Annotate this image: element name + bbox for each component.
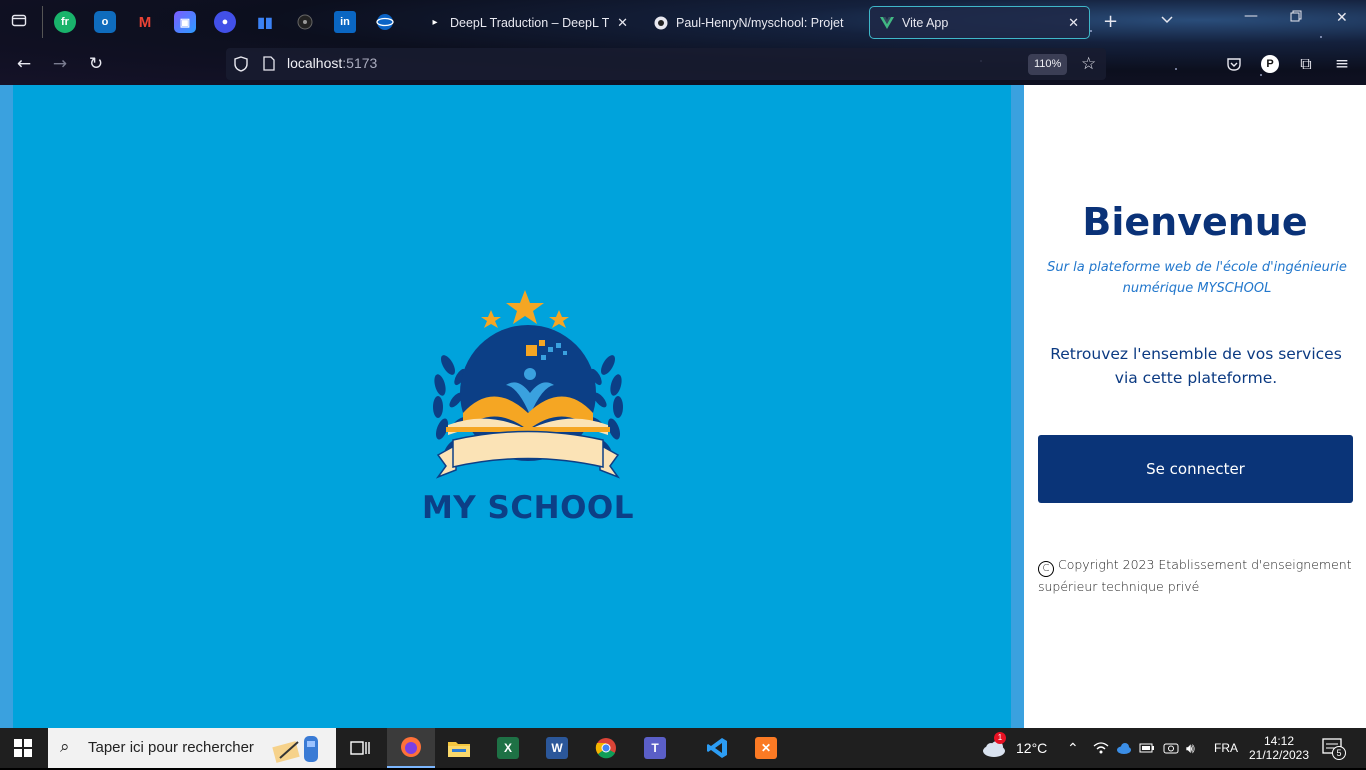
tab-label: DeepL Traduction – DeepL Trans [450,15,609,30]
weather-widget[interactable]: 1 12°C [982,728,1047,768]
star-icon[interactable]: ☆ [1081,54,1096,74]
page-title: Bienvenue [1082,200,1308,244]
github-icon [654,16,668,30]
forward-icon[interactable]: → [48,52,72,76]
outlook-icon[interactable]: o [94,11,116,33]
services-text: Retrouvez l'ensemble de vos services via… [1050,345,1342,387]
right-panel: Bienvenue Sur la plateforme web de l'éco… [1024,85,1366,728]
chevron-up-icon[interactable]: ⌃ [1067,728,1079,768]
fr-icon[interactable]: fr [54,11,76,33]
new-tab-icon[interactable]: + [1103,11,1118,32]
chrome-icon[interactable] [582,728,630,768]
analytics-icon[interactable]: ▮▮ [254,11,276,33]
school-emblem-icon [433,290,623,479]
minimize-icon[interactable]: — [1244,8,1258,24]
planner-icon[interactable]: ▣ [174,11,196,33]
chevron-down-icon[interactable] [1160,12,1174,30]
login-button[interactable]: Se connecter [1038,435,1353,503]
back-icon[interactable]: ← [12,52,36,76]
nav-bar: ← → ↻ localhost:5173 110% ☆ P ⧉ ≡ [0,44,1366,85]
clock-time: 14:12 [1263,734,1295,748]
circle-icon[interactable] [294,11,316,33]
profile-avatar[interactable]: P [1258,52,1282,76]
search-icon: ⌕ [60,737,70,757]
restore-icon[interactable] [1290,10,1302,26]
copyright-text: C Copyright 2023 Etablissement d'enseigne… [1038,555,1356,597]
tab-list-icon[interactable] [11,12,27,32]
taskbar: ⌕ Taper ici pour rechercher X W T ✕ 1 12… [0,728,1366,768]
tab-deepl[interactable]: ▸ DeepL Traduction – DeepL Trans ✕ [418,6,638,39]
menu-icon[interactable]: ≡ [1330,52,1354,76]
url-text[interactable]: localhost:5173 [287,55,377,71]
shield-icon[interactable] [234,56,248,76]
cloud-icon: 1 [982,732,1008,758]
windows-start-icon[interactable] [14,739,32,757]
tab-label: Paul-HenryN/myschool: Projet [676,15,844,30]
search-placeholder: Taper ici pour rechercher [88,739,254,756]
onedrive-icon[interactable] [1116,728,1132,768]
search-highlight-icon [270,732,330,770]
sphere-icon[interactable] [374,11,396,33]
vscode-icon[interactable] [693,728,741,768]
page-subtitle: Sur la plateforme web de l'école d'ingén… [1047,260,1347,296]
school-logo: MY SCHOOL [408,285,648,535]
copyright-label: Copyright 2023 Etablissement d'enseignem… [1038,557,1352,594]
tab-bar: fr o M ▣ ● ▮▮ in ▸ DeepL Traduction – De… [0,0,1366,44]
reload-icon[interactable]: ↻ [84,52,108,76]
extensions-icon[interactable]: ⧉ [1294,52,1318,76]
browser-chrome: fr o M ▣ ● ▮▮ in ▸ DeepL Traduction – De… [0,0,1366,85]
close-icon[interactable]: ✕ [617,15,628,31]
record-icon[interactable]: ● [214,11,236,33]
copyright-icon: C [1038,561,1054,577]
deepl-icon: ▸ [432,17,438,28]
page-content: MY SCHOOL Bienvenue Sur la plateforme we… [0,85,1366,728]
tab-github[interactable]: Paul-HenryN/myschool: Projet [644,6,866,39]
wifi-icon[interactable] [1093,728,1109,768]
speaker-icon[interactable]: 🔊︎ [1186,728,1195,768]
left-panel: MY SCHOOL [0,85,1024,728]
clock[interactable]: 14:12 21/12/2023 [1248,728,1310,768]
xampp-icon[interactable]: ✕ [742,728,790,768]
divider [42,6,43,38]
close-window-icon[interactable]: ✕ [1336,10,1348,26]
word-icon[interactable]: W [533,728,581,768]
file-explorer-icon[interactable] [435,728,483,768]
gmail-icon[interactable]: M [134,11,156,33]
weather-temperature: 12°C [1016,740,1048,756]
notification-count: 5 [1332,746,1346,760]
task-view-icon[interactable] [336,728,384,768]
linkedin-icon[interactable]: in [334,11,356,33]
zoom-indicator[interactable]: 110% [1028,54,1068,75]
excel-icon[interactable]: X [484,728,532,768]
url-bar[interactable]: localhost:5173 110% ☆ [226,48,1106,80]
hero-area: MY SCHOOL [13,85,1011,728]
tab-label: Vite App [902,15,949,30]
logo-text: MY SCHOOL [421,490,635,526]
firefox-taskbar-icon[interactable] [387,728,435,768]
pocket-icon[interactable] [1222,52,1246,76]
close-icon[interactable]: ✕ [1068,15,1079,31]
weather-badge: 1 [994,732,1006,744]
camera-icon[interactable] [1163,728,1179,768]
page-icon [263,56,275,75]
notifications-icon[interactable]: 5 [1322,728,1346,768]
battery-icon[interactable] [1139,728,1155,768]
vue-icon [880,16,894,30]
teams-icon[interactable]: T [631,728,679,768]
clock-date: 21/12/2023 [1248,748,1310,762]
tab-vite-app[interactable]: Vite App ✕ [869,6,1090,39]
language-indicator[interactable]: FRA [1214,728,1238,768]
taskbar-search[interactable]: ⌕ Taper ici pour rechercher [48,728,336,768]
